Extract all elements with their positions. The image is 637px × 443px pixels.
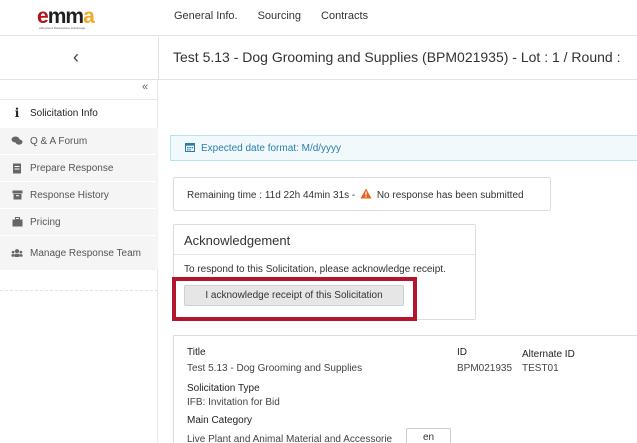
sidebar: « i Solicitation Info Q & A Forum Prepar… [0,80,158,443]
nav-general-info[interactable]: General Info. [174,10,238,22]
sidebar-item-prepare-response[interactable]: Prepare Response [0,155,158,181]
response-status-text: No response has been submitted [376,189,524,201]
sidebar-item-manage-response-team[interactable]: Manage Response Team [0,236,158,270]
sidebar-item-pricing[interactable]: Pricing [0,209,158,235]
title-value: Test 5.13 - Dog Grooming and Supplies [187,363,363,374]
solicitation-details-panel: Title Test 5.13 - Dog Grooming and Suppl… [173,335,637,443]
double-chevron-left-icon[interactable]: « [142,81,148,93]
acknowledgement-text: To respond to this Solicitation, please … [184,264,446,275]
sidebar-item-label: Response History [30,189,109,201]
id-value: BPM021935 [457,363,513,374]
main-category-label: Main Category [187,415,253,426]
title-label: Title [187,347,206,358]
main-category-value: Live Plant and Animal Material and Acces… [187,434,393,443]
sidebar-item-label: Prepare Response [30,162,114,174]
sidebar-item-label: Q & A Forum [30,135,88,147]
alternate-id-label: Alternate ID [522,349,575,360]
users-icon [11,248,23,258]
solicitation-type-label: Solicitation Type [187,383,260,394]
id-label: ID [457,347,467,358]
remaining-time-panel: Remaining time : 11d 22h 44min 31s - No … [173,177,551,211]
solicitation-type-value: IFB: Invitation for Bid [187,397,280,408]
page-title-bar: ‹ Test 5.13 - Dog Grooming and Supplies … [0,37,637,80]
language-select[interactable]: en [406,428,451,443]
sidebar-item-label: Manage Response Team [30,247,141,259]
page-title: Test 5.13 - Dog Grooming and Supplies (B… [173,49,621,65]
document-icon [11,163,23,174]
main-nav: General Info. Sourcing Contracts [174,10,368,22]
info-icon: i [14,106,20,120]
acknowledgement-title: Acknowledgement [184,233,291,248]
highlight-box [172,277,417,321]
sidebar-item-qa-forum[interactable]: Q & A Forum [0,128,158,154]
sidebar-item-label: Solicitation Info [30,107,98,119]
sidebar-item-solicitation-info[interactable]: i Solicitation Info [0,100,158,126]
emma-logo[interactable]: emma eMaryland Marketplace Advantage [37,5,117,30]
remaining-time-prefix: Remaining time : [187,189,265,201]
sidebar-item-response-history[interactable]: Response History [0,182,158,208]
remaining-time-value: 11d 22h 44min 31s [264,189,350,201]
logo-tagline: eMaryland Marketplace Advantage [39,26,86,30]
archive-icon [11,190,23,200]
sidebar-item-label: Pricing [30,216,61,228]
top-navigation-bar: emma eMaryland Marketplace Advantage Gen… [0,0,637,36]
comments-icon [11,136,23,146]
chevron-left-icon[interactable]: ‹ [73,47,79,68]
sidebar-bottom-divider [0,290,158,291]
acknowledgement-divider [174,254,475,255]
date-format-text: Expected date format: M/d/yyyy [201,142,342,154]
date-format-info-bar: Expected date format: M/d/yyyy [170,135,637,161]
title-divider [158,37,159,80]
nav-sourcing[interactable]: Sourcing [258,10,301,22]
nav-contracts[interactable]: Contracts [321,10,368,22]
warning-icon [360,188,372,198]
calendar-icon [185,142,195,155]
alternate-id-value: TEST01 [522,363,559,374]
briefcase-icon [11,217,23,227]
remaining-time-separator: - [349,189,359,201]
